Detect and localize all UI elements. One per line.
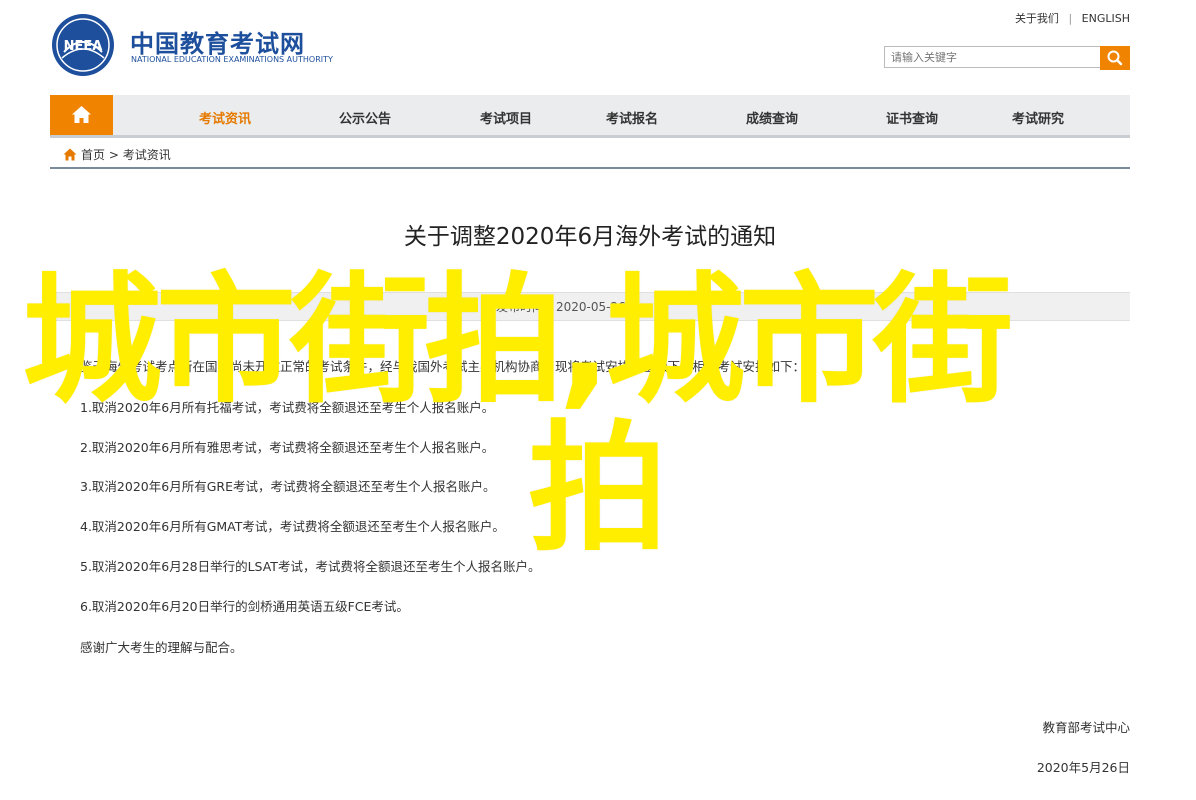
article-item: 6.取消2020年6月20日举行的剑桥通用英语五级FCE考试。 [80, 599, 409, 614]
search-input[interactable] [884, 46, 1102, 68]
article-item: 2.取消2020年6月所有雅思考试，考试费将全额退还至考生个人报名账户。 [80, 440, 495, 455]
link-divider: | [1068, 12, 1073, 25]
breadcrumb-home-link[interactable]: 首页 [81, 148, 105, 162]
signature-org: 教育部考试中心 [1042, 720, 1130, 735]
overlay-caption-line2: 拍 [528, 408, 669, 571]
english-link[interactable]: ENGLISH [1082, 12, 1130, 25]
nav-home-button[interactable] [50, 95, 113, 135]
nav-item-exam-research[interactable]: 考试研究 [1012, 108, 1064, 127]
home-icon [72, 106, 91, 123]
overlay-caption-line1: 城市街拍,城市街 [22, 260, 1013, 423]
home-icon [63, 148, 77, 161]
signature-date: 2020年5月26日 [1036, 760, 1130, 775]
nav-item-certificate-query[interactable]: 证书查询 [886, 108, 938, 127]
article-item: 4.取消2020年6月所有GMAT考试，考试费将全额退还至考生个人报名账户。 [80, 519, 505, 534]
search-icon [1107, 50, 1123, 66]
breadcrumb-separator: > [108, 148, 119, 162]
nav-item-exam-news[interactable]: 考试资讯 [199, 108, 251, 127]
about-us-link[interactable]: 关于我们 [1015, 12, 1059, 25]
article-title: 关于调整2020年6月海外考试的通知 [403, 224, 777, 250]
breadcrumb-current[interactable]: 考试资讯 [123, 148, 171, 162]
site-name[interactable]: 中国教育考试网 [130, 24, 305, 59]
article-thanks: 感谢广大考生的理解与配合。 [80, 640, 243, 655]
neea-logo[interactable]: NEEA [50, 12, 116, 78]
nav-item-score-query[interactable]: 成绩查询 [746, 108, 798, 127]
site-name-en: NATIONAL EDUCATION EXAMINATIONS AUTHORIT… [131, 55, 333, 64]
nav-item-registration[interactable]: 考试报名 [606, 108, 658, 127]
article-item: 3.取消2020年6月所有GRE考试，考试费将全额退还至考生个人报名账户。 [80, 479, 496, 494]
nav-item-exam-projects[interactable]: 考试项目 [480, 108, 532, 127]
logo-text: NEEA [64, 39, 103, 54]
main-nav: 考试资讯 公示公告 考试项目 考试报名 成绩查询 证书查询 考试研究 [50, 95, 1130, 138]
search-button[interactable] [1100, 46, 1130, 70]
article-item: 5.取消2020年6月28日举行的LSAT考试，考试费将全额退还至考生个人报名账… [80, 559, 541, 574]
nav-item-announcements[interactable]: 公示公告 [339, 108, 391, 127]
top-links: 关于我们 | ENGLISH [1015, 10, 1130, 26]
breadcrumb: 首页 > 考试资讯 [50, 145, 1130, 169]
search-box [884, 46, 1130, 70]
